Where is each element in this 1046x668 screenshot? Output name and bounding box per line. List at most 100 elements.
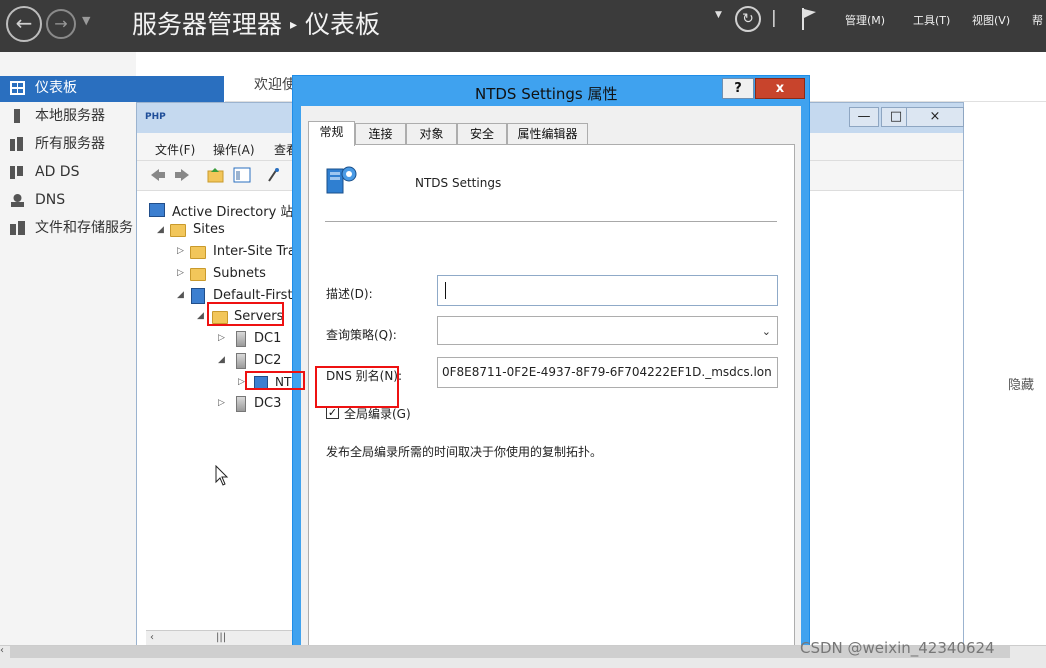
app-title: 服务器管理器	[132, 10, 283, 39]
forward-arrow-icon[interactable]	[173, 167, 191, 183]
sidebar-item-label: DNS	[35, 192, 66, 208]
server-icon	[236, 396, 246, 412]
tree-node-dc2[interactable]: DC2	[254, 353, 281, 368]
collapsed-arrow-icon[interactable]: ▷	[218, 333, 225, 343]
description-input[interactable]	[437, 275, 778, 306]
object-name: NTDS Settings	[415, 176, 502, 190]
sidebar-item-dashboard[interactable]: 仪表板	[0, 76, 224, 102]
tree-node-dc1[interactable]: DC1	[254, 331, 281, 346]
ad-sites-icon	[149, 203, 165, 217]
description-label: 描述(D):	[326, 287, 373, 301]
tab-attribute-editor[interactable]: 属性编辑器	[507, 123, 588, 145]
tool-icon[interactable]	[265, 167, 283, 183]
menu-action[interactable]: 操作(A)	[213, 141, 255, 158]
collapsed-arrow-icon[interactable]: ▷	[177, 246, 184, 256]
divider	[325, 221, 777, 222]
mmc-logo-icon: PHP	[145, 112, 166, 122]
tab-security[interactable]: 安全	[457, 123, 507, 145]
expanded-arrow-icon[interactable]: ◢	[197, 311, 204, 321]
folder-icon	[190, 246, 206, 259]
welcome-text: 欢迎使	[254, 77, 296, 93]
breadcrumb-separator-icon: ▸	[290, 17, 298, 33]
expanded-arrow-icon[interactable]: ◢	[177, 290, 184, 300]
collapsed-arrow-icon[interactable]: ▷	[238, 377, 245, 387]
sidebar-item-storage[interactable]: 文件和存储服务	[0, 216, 136, 242]
annotation-servers	[207, 302, 284, 326]
annotation-global-catalog	[315, 366, 399, 408]
up-folder-icon[interactable]	[207, 167, 225, 183]
dns-alias-field[interactable]: 0F8E8711-0F2E-4937-8F79-6F704222EF1D._ms…	[437, 357, 778, 388]
annotation-ntds	[245, 371, 305, 390]
tab-connections[interactable]: 连接	[355, 123, 406, 145]
tab-general[interactable]: 常规	[308, 121, 355, 146]
mouse-cursor-icon	[215, 465, 229, 486]
dropdown-icon[interactable]: ▼	[715, 10, 722, 20]
folder-icon	[170, 224, 186, 237]
ad-ds-icon	[10, 166, 23, 179]
tab-object[interactable]: 对象	[406, 123, 457, 145]
dialog-frame: NTDS Settings 属性 ? x 常规 连接 对象 安全 属性编辑器 N…	[293, 76, 809, 654]
query-policy-label: 查询策略(Q):	[326, 328, 397, 342]
flag-icon[interactable]	[800, 6, 818, 32]
minimize-button[interactable]: —	[849, 107, 879, 127]
storage-icon	[10, 221, 25, 235]
tree-node-default-site[interactable]: Default-First-	[213, 288, 297, 303]
show-hide-tree-icon[interactable]	[233, 167, 251, 183]
expanded-arrow-icon[interactable]: ◢	[157, 225, 164, 235]
close-button[interactable]: ×	[906, 107, 964, 127]
breadcrumb-current: 仪表板	[305, 10, 381, 39]
query-policy-select[interactable]: ⌄	[437, 316, 778, 345]
site-icon	[191, 288, 205, 304]
server-icon	[236, 353, 246, 369]
menu-manage[interactable]: 管理(M)	[845, 12, 885, 28]
collapsed-arrow-icon[interactable]: ▷	[177, 268, 184, 278]
folder-icon	[190, 268, 206, 281]
sidebar-item-ad-ds[interactable]: AD DS	[0, 160, 136, 186]
sidebar-item-label: 仪表板	[35, 80, 77, 96]
ntds-properties-dialog: NTDS Settings 属性 ? x 常规 连接 对象 安全 属性编辑器 N…	[292, 75, 810, 655]
chevron-down-icon[interactable]: ⌄	[762, 317, 771, 344]
sidebar-item-label: 所有服务器	[35, 136, 105, 152]
tree-node-subnets[interactable]: Subnets	[213, 266, 266, 281]
dialog-title: NTDS Settings 属性	[475, 85, 618, 103]
back-arrow-icon[interactable]	[149, 167, 167, 183]
global-catalog-description: 发布全局编录所需的时间取决于你使用的复制拓扑。	[326, 445, 603, 459]
sidebar-item-local-server[interactable]: 本地服务器	[0, 104, 136, 130]
chevron-down-icon[interactable]: ▼	[82, 14, 90, 27]
tree-scrollbar[interactable]: ‹ |||	[146, 630, 292, 646]
tree-node-dc3[interactable]: DC3	[254, 396, 281, 411]
back-icon[interactable]: ←	[6, 6, 42, 42]
watermark: CSDN @weixin_42340624	[800, 639, 995, 657]
collapsed-arrow-icon[interactable]: ▷	[218, 398, 225, 408]
tree-node-inter-site[interactable]: Inter-Site Tra	[213, 244, 296, 259]
dashboard-icon	[10, 81, 25, 95]
ntds-settings-icon	[326, 166, 357, 194]
scroll-thumb-grip-icon[interactable]: |||	[216, 632, 226, 643]
menu-view[interactable]: 视图(V)	[972, 12, 1010, 28]
tree-node-root[interactable]: Active Directory 站点	[172, 201, 306, 220]
scroll-left-icon[interactable]: ‹	[0, 645, 4, 656]
dialog-close-button[interactable]: x	[755, 78, 805, 99]
text-caret	[445, 282, 446, 299]
tree-node-sites[interactable]: Sites	[193, 222, 225, 237]
menu-file[interactable]: 文件(F)	[155, 141, 195, 158]
server-icon	[236, 331, 246, 347]
dns-icon	[11, 194, 24, 207]
help-button[interactable]: ?	[722, 78, 754, 99]
sidebar-item-all-servers[interactable]: 所有服务器	[0, 132, 136, 158]
server-icon	[14, 109, 20, 123]
refresh-icon[interactable]: ↻	[735, 6, 761, 32]
title-bar: ← → ▼ 服务器管理器 ▸ 仪表板 ▼ ↻ | 管理(M) 工具(T) 视图(V)…	[0, 0, 1046, 52]
menu-help[interactable]: 帮	[1032, 12, 1043, 28]
expanded-arrow-icon[interactable]: ◢	[218, 355, 225, 365]
page-title: 服务器管理器 ▸ 仪表板	[132, 5, 380, 41]
forward-icon[interactable]: →	[46, 9, 76, 39]
menu-tools[interactable]: 工具(T)	[913, 12, 950, 28]
sidebar-item-label: 文件和存储服务	[35, 220, 133, 236]
sidebar-item-label: 本地服务器	[35, 108, 105, 124]
sidebar-item-dns[interactable]: DNS	[0, 188, 136, 214]
divider: |	[771, 8, 777, 28]
hide-link[interactable]: 隐藏	[1008, 374, 1034, 393]
sidebar-item-label: AD DS	[35, 164, 80, 180]
scroll-left-icon[interactable]: ‹	[150, 632, 154, 643]
